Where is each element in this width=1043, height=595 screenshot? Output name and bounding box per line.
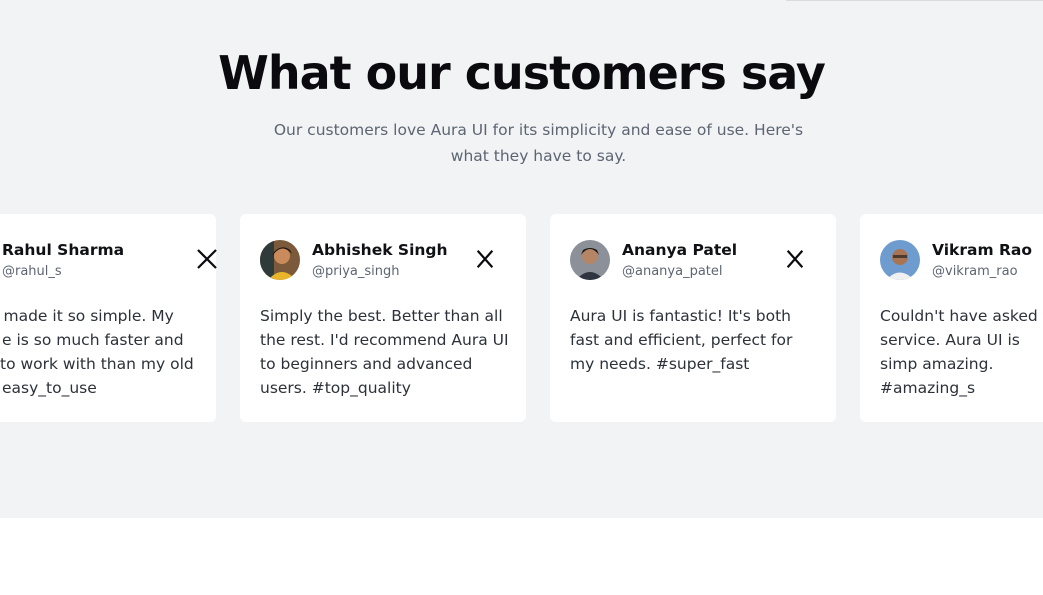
testimonial-card: Ananya Patel @ananya_patel Aura UI is fa… <box>550 214 836 422</box>
author-handle: @priya_singh <box>312 264 400 279</box>
quote-line: e is so much faster and <box>2 331 184 349</box>
author-handle: @rahul_s <box>2 264 62 279</box>
section-title: What our customers say <box>218 46 826 100</box>
author-name: Abhishek Singh <box>312 241 448 259</box>
section-subtitle: Our customers love Aura UI for its simpl… <box>273 121 804 165</box>
testimonial-card: Vikram Rao @vikram_rao Couldn't have ask… <box>860 214 1043 422</box>
x-logo-icon[interactable] <box>784 248 806 270</box>
avatar <box>260 240 300 280</box>
testimonial-card: Abhishek Singh @priya_singh Simply the b… <box>240 214 526 422</box>
author-name: Rahul Sharma <box>2 241 125 259</box>
author-name: Vikram Rao <box>932 241 1033 259</box>
testimonial-card: Rahul Sharma @rahul_s I made it so simpl… <box>0 214 218 422</box>
quote-line: easy_to_use <box>2 379 97 397</box>
quote-line: I made it so simple. My <box>0 307 174 325</box>
testimonial-quote: I made it so simple. My e is so much fas… <box>0 304 252 400</box>
x-logo-icon[interactable] <box>474 248 496 270</box>
author-handle: @vikram_rao <box>932 264 1018 279</box>
author-handle: @ananya_patel <box>622 264 723 279</box>
testimonial-quote: Aura UI is fantastic! It's both fast and… <box>570 307 793 373</box>
testimonial-quote: Simply the best. Better than all the res… <box>260 307 509 397</box>
avatar <box>880 240 920 280</box>
testimonial-quote: Couldn't have asked f service. Aura UI i… <box>880 307 1043 397</box>
testimonials-section: What our customers say Our customers lov… <box>0 0 1043 518</box>
avatar <box>570 240 610 280</box>
author-name: Ananya Patel <box>622 241 738 259</box>
top-divider <box>786 0 1043 1</box>
x-logo-icon[interactable] <box>196 248 218 270</box>
quote-line: to work with than my old <box>0 355 194 373</box>
